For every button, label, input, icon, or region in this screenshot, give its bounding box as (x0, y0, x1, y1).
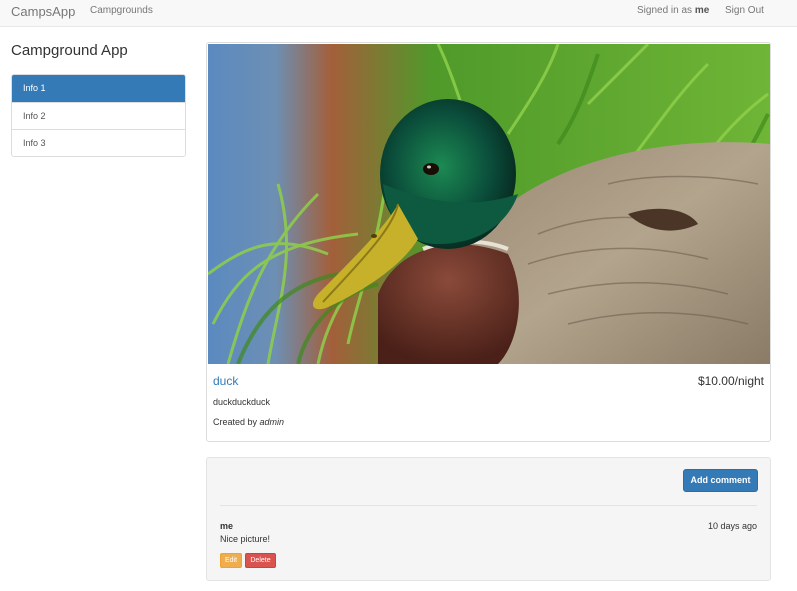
add-comment-button[interactable]: Add comment (683, 469, 758, 492)
signed-in-prefix: Signed in as (637, 5, 695, 16)
campground-price: $10.00/night (697, 374, 764, 388)
comments-divider (220, 505, 757, 506)
comments-well: Add comment me 10 days ago Nice picture!… (206, 457, 771, 581)
created-by-prefix: Created by (213, 417, 260, 427)
signed-in-status[interactable]: Signed in as me (637, 5, 709, 16)
sign-out-link[interactable]: Sign Out (725, 5, 764, 16)
sidebar-item-info-2[interactable]: Info 2 (12, 102, 185, 129)
sidebar-item-info-1[interactable]: Info 1 (12, 75, 185, 102)
campground-name-link[interactable]: duck (213, 374, 238, 388)
campground-image (208, 44, 770, 364)
nav-campgrounds-link[interactable]: Campgrounds (90, 5, 153, 16)
edit-comment-button[interactable]: Edit (220, 553, 242, 568)
sidebar-list: Info 1 Info 2 Info 3 (11, 74, 186, 157)
sidebar-item-info-3[interactable]: Info 3 (12, 129, 185, 156)
comment-author: me (220, 521, 234, 531)
campground-description: duckduckduck (213, 397, 271, 407)
campground-card: duck $10.00/night duckduckduck Created b… (206, 42, 771, 442)
campground-author: admin (259, 417, 285, 427)
signed-in-user: me (694, 5, 710, 16)
delete-comment-button[interactable]: Delete (245, 553, 276, 568)
brand-link[interactable]: CampsApp (11, 4, 75, 19)
comment-text: Nice picture! (220, 534, 271, 544)
sidebar-title: Campground App (11, 42, 128, 59)
campground-created-by: Created by admin (213, 417, 284, 427)
comment-time: 10 days ago (707, 521, 757, 531)
navbar: CampsApp Campgrounds Signed in as me Sig… (0, 0, 797, 27)
